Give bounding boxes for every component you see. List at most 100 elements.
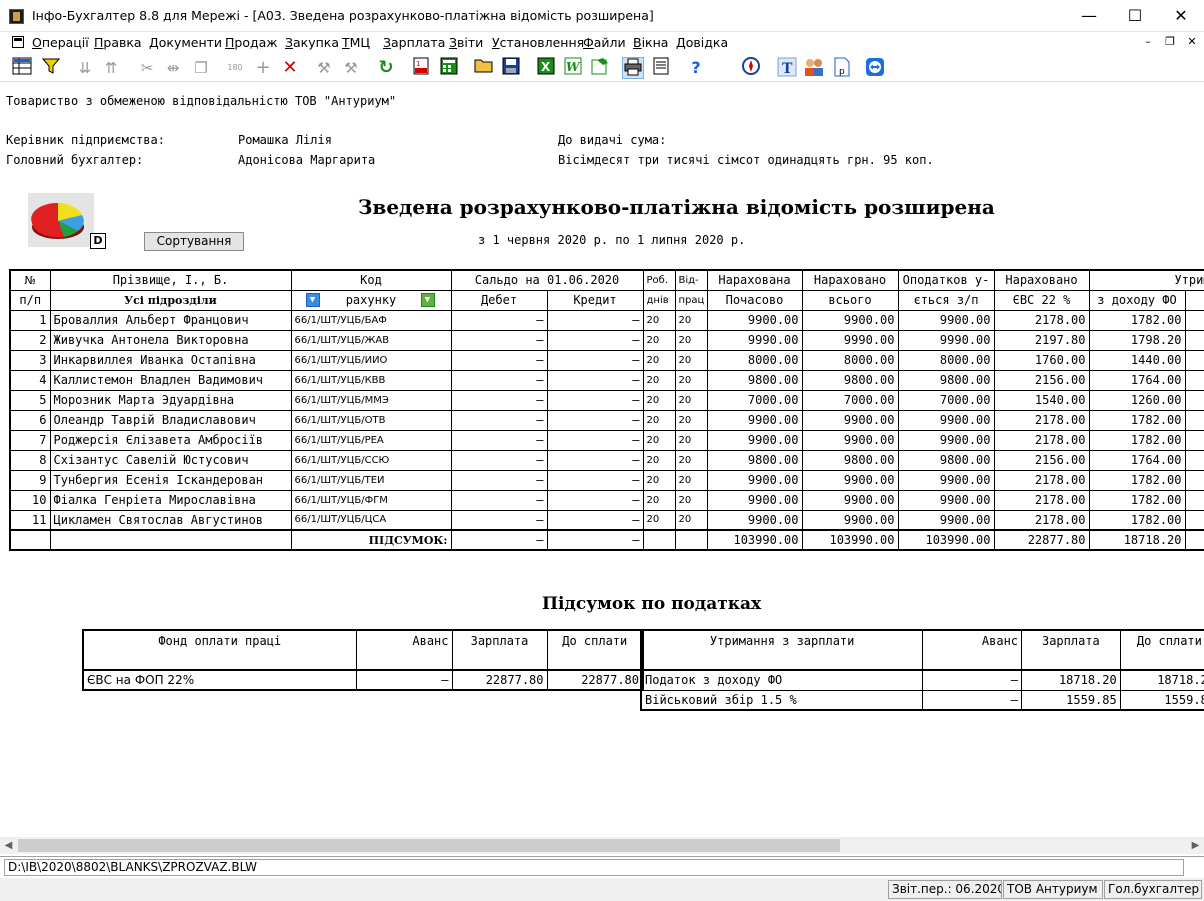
row-debit: – bbox=[450, 369, 548, 391]
mdi-restore-button[interactable]: ❐ bbox=[1162, 34, 1178, 50]
totals-empty-name bbox=[49, 529, 292, 551]
row-esv: 2178.00 bbox=[993, 509, 1090, 531]
preview-icon[interactable] bbox=[650, 57, 672, 79]
row-total: 9900.00 bbox=[801, 409, 899, 431]
merge-icon[interactable]: ⇹ bbox=[162, 57, 184, 79]
rotate-180-icon[interactable]: 180 bbox=[224, 57, 246, 79]
horizontal-scrollbar[interactable]: ◀ ▶ bbox=[0, 837, 1204, 854]
sort-button[interactable]: Сортування bbox=[144, 232, 244, 251]
menu-salary[interactable]: Зарплата bbox=[383, 35, 445, 50]
menu-help[interactable]: Довідка bbox=[676, 35, 728, 50]
sort-down-green-icon[interactable]: ▼ bbox=[420, 292, 435, 307]
row-worked: 20 bbox=[674, 449, 708, 471]
menu-reports[interactable]: Звіти bbox=[449, 35, 483, 50]
menu-documents[interactable]: Документи bbox=[149, 35, 222, 50]
table-row[interactable]: 4 Каллистемон Владлен Вадимович 66/1/ШТ/УЦ… bbox=[9, 369, 1204, 391]
header-code-top: Код bbox=[290, 269, 452, 291]
row-credit: – bbox=[546, 409, 644, 431]
row-number: 6 bbox=[9, 409, 51, 431]
row-workdays: 20 bbox=[642, 309, 676, 331]
stamp-all-icon[interactable]: ⚒ bbox=[340, 57, 362, 79]
menu-settings[interactable]: Установлення bbox=[492, 35, 584, 50]
svg-text:1: 1 bbox=[416, 60, 420, 68]
menu-files[interactable]: Файли bbox=[583, 35, 626, 50]
row-taxable: 9800.00 bbox=[897, 369, 995, 391]
menu-operations[interactable]: Операції bbox=[32, 35, 89, 50]
copy-icon[interactable]: ❐ bbox=[190, 57, 212, 79]
totals-empty-wd bbox=[642, 529, 676, 551]
sort-asc-icon[interactable]: ⇊ bbox=[74, 57, 96, 79]
table-row[interactable]: 3 Инкарвиллея Иванка Остапівна 66/1/ШТ/УЦБ… bbox=[9, 349, 1204, 371]
compass-icon[interactable] bbox=[740, 57, 762, 79]
print-icon[interactable] bbox=[622, 57, 644, 79]
export-icon[interactable] bbox=[589, 57, 611, 79]
row-hourly: 9900.00 bbox=[706, 489, 803, 511]
help-icon[interactable]: ? bbox=[685, 57, 707, 79]
save-icon[interactable] bbox=[500, 57, 522, 79]
menu-sales[interactable]: Продаж bbox=[225, 35, 278, 50]
company-name: Товариство з обмеженою відповідальністю … bbox=[6, 94, 397, 108]
maximize-button[interactable]: ☐ bbox=[1112, 0, 1158, 32]
minimize-button[interactable]: — bbox=[1066, 0, 1112, 32]
scrollbar-thumb[interactable] bbox=[18, 839, 840, 852]
table-row[interactable]: 8 Схізантус Савелій Юстусович 66/1/ШТ/УЦБ/… bbox=[9, 449, 1204, 471]
users-icon[interactable] bbox=[803, 57, 825, 79]
chart-badge[interactable]: D bbox=[90, 233, 106, 249]
cut-icon[interactable]: ✂ bbox=[136, 57, 158, 79]
row-workdays: 20 bbox=[642, 429, 676, 451]
open-folder-icon[interactable] bbox=[473, 57, 495, 79]
chart-button[interactable]: D bbox=[28, 193, 106, 249]
menu-edit[interactable]: Правка bbox=[94, 35, 142, 50]
row-total: 9900.00 bbox=[801, 489, 899, 511]
menu-windows[interactable]: Вікна bbox=[633, 35, 668, 50]
table-row[interactable]: 10 Фіалка Генріета Мирославівна 66/1/ШТ/УЦ… bbox=[9, 489, 1204, 511]
fund-table: Фонд оплати праці Аванс Зарплата До спла… bbox=[82, 629, 644, 691]
header-row-1: № Прізвище, І., Б. Код Сальдо на 01.06.2… bbox=[9, 269, 1204, 291]
row-taxable: 9800.00 bbox=[897, 449, 995, 471]
add-icon[interactable]: + bbox=[252, 57, 274, 79]
menu-purchase[interactable]: Закупка bbox=[285, 35, 339, 50]
table-row[interactable]: 9 Тунбергия Есенія Іскандерован 66/1/ШТ/УЦ… bbox=[9, 469, 1204, 491]
delete-icon[interactable]: ✕ bbox=[279, 57, 301, 79]
header-worked-bottom: прац bbox=[674, 289, 708, 311]
row-number: 8 bbox=[9, 449, 51, 471]
mdi-close-button[interactable]: ✕ bbox=[1184, 34, 1200, 50]
refresh-icon[interactable]: ↻ bbox=[375, 57, 397, 79]
table-row[interactable]: 7 Роджерсія Єлізавета Амбросіїв 66/1/ШТ/УЦ… bbox=[9, 429, 1204, 451]
table-row[interactable]: 2 Живучка Антонела Викторовна 66/1/ШТ/УЦБ/… bbox=[9, 329, 1204, 351]
excel-icon[interactable]: X bbox=[535, 57, 557, 79]
sort-desc-icon[interactable]: ⇈ bbox=[100, 57, 122, 79]
header-num-top: № bbox=[9, 269, 51, 291]
text-icon[interactable]: T bbox=[776, 57, 798, 79]
table-row[interactable]: 11 Цикламен Святослав Августинов 66/1/ШТ/У… bbox=[9, 509, 1204, 531]
row-taxable: 9900.00 bbox=[897, 409, 995, 431]
scroll-left-arrow-icon[interactable]: ◀ bbox=[0, 837, 17, 854]
filter-icon[interactable] bbox=[40, 57, 62, 79]
table-row[interactable]: 6 Олеандр Таврій Владиславович 66/1/ШТ/УЦБ… bbox=[9, 409, 1204, 431]
menu-tmc[interactable]: ТМЦ bbox=[342, 35, 370, 50]
calculator-icon[interactable] bbox=[438, 57, 460, 79]
grid-view-icon[interactable] bbox=[11, 57, 33, 79]
row-total: 9800.00 bbox=[801, 369, 899, 391]
word-icon[interactable]: W bbox=[562, 57, 584, 79]
close-button[interactable]: ✕ bbox=[1158, 0, 1204, 32]
pdf-icon[interactable]: 1 bbox=[410, 57, 432, 79]
row-debit: – bbox=[450, 509, 548, 531]
table-row[interactable]: 5 Морозник Марта Эдуардівна 66/1/ШТ/УЦБ/ММ… bbox=[9, 389, 1204, 411]
deduct-row-name: Військовий збір 1.5 % bbox=[640, 689, 924, 711]
document-p-icon[interactable]: p bbox=[831, 57, 853, 79]
sort-down-blue-icon[interactable]: ▼ bbox=[305, 292, 320, 307]
document-menu-icon[interactable] bbox=[12, 36, 24, 48]
table-row[interactable]: 1 Броваллия Альберт Францович 66/1/ШТ/УЦБ/… bbox=[9, 309, 1204, 331]
mdi-minimize-button[interactable]: – bbox=[1140, 34, 1156, 50]
teamviewer-icon[interactable] bbox=[864, 57, 886, 79]
row-name: Броваллия Альберт Францович bbox=[49, 309, 292, 331]
payout-label: До видачі сума: bbox=[558, 133, 667, 147]
row-worked: 20 bbox=[674, 349, 708, 371]
scroll-right-arrow-icon[interactable]: ▶ bbox=[1187, 837, 1204, 854]
totals-esv: 22877.80 bbox=[993, 529, 1090, 551]
fund-header: Фонд оплати праці bbox=[82, 629, 357, 671]
stamp-icon[interactable]: ⚒ bbox=[313, 57, 335, 79]
row-pdfo: 1260.00 bbox=[1088, 389, 1186, 411]
row-total: 8000.00 bbox=[801, 349, 899, 371]
